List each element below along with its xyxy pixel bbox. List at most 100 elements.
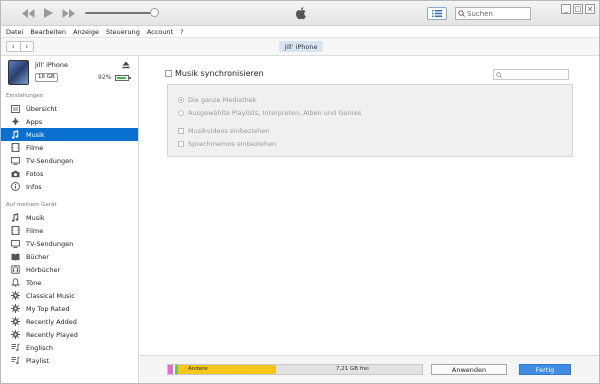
sync-music-label: Musik synchronisieren (175, 69, 264, 78)
device-item-filme[interactable]: Filme (1, 224, 138, 237)
music-note-icon (10, 130, 20, 140)
sidebar-item-label: Infos (26, 182, 42, 191)
device-name: jill' iPhone (35, 61, 69, 69)
device-section-title: Auf meinem Gerät (6, 202, 57, 208)
music-note-icon (10, 213, 20, 223)
sidebar-item-label: Playlist (26, 356, 50, 365)
device-item-töne[interactable]: Töne (1, 276, 138, 289)
fast-forward-icon (62, 8, 75, 18)
gear-icon (10, 317, 20, 327)
option-selected-items[interactable]: Ausgewählte Playlists, Interpreten, Albe… (178, 109, 361, 117)
menu-datei[interactable]: Datei (6, 28, 23, 36)
device-item-englisch[interactable]: Englisch (1, 341, 138, 354)
camera-icon (10, 169, 20, 179)
playlist-icon (10, 356, 20, 366)
whole-library-radio[interactable] (178, 97, 184, 103)
menu-anzeige[interactable]: Anzeige (73, 28, 99, 36)
sidebar-item-label: TV-Sendungen (26, 156, 74, 165)
itunes-window: _ □ × Datei Bearbeiten Anzeige Steuerung… (0, 0, 600, 384)
music-videos-label: Musikvideos einbeziehen (188, 127, 270, 135)
sidebar-item-label: Hörbücher (26, 265, 61, 274)
option-voice-memos[interactable]: Sprachmemos einbeziehen (178, 140, 276, 148)
device-item-recently-played[interactable]: Recently Played (1, 328, 138, 341)
minimize-button[interactable]: _ (561, 4, 571, 14)
close-button[interactable]: × (585, 4, 595, 14)
sidebar-item-infos[interactable]: Infos (1, 180, 138, 193)
sidebar-item-fotos[interactable]: Fotos (1, 167, 138, 180)
option-whole-library[interactable]: Die ganze Mediathek (178, 96, 257, 104)
volume-slider-knob[interactable] (150, 8, 159, 17)
book-icon (10, 252, 20, 262)
device-item-recently-added[interactable]: Recently Added (1, 315, 138, 328)
list-view-button[interactable] (427, 7, 447, 20)
done-button[interactable]: Fertig (519, 364, 571, 375)
main-content: Musik synchronisieren Die ganze Mediathe… (139, 56, 599, 383)
storage-free-label: 7,21 GB frei (336, 366, 369, 372)
maximize-button[interactable]: □ (573, 4, 583, 14)
sidebar-item-label: Filme (26, 143, 44, 152)
title-bar: _ □ × (1, 1, 599, 26)
device-item-musik[interactable]: Musik (1, 211, 138, 224)
device-item-playlist[interactable]: Playlist (1, 354, 138, 367)
eject-icon[interactable] (122, 61, 130, 69)
search-box[interactable] (455, 7, 531, 20)
storage-bar: Andere 7,21 GB frei (167, 364, 423, 375)
menu-steuerung[interactable]: Steuerung (106, 28, 140, 36)
voice-memos-label: Sprachmemos einbeziehen (188, 140, 277, 148)
summary-icon (10, 104, 20, 114)
menu-account[interactable]: Account (147, 28, 173, 36)
option-music-videos[interactable]: Musikvideos einbeziehen (178, 127, 269, 135)
gear-icon (10, 291, 20, 301)
sync-music-row[interactable]: Musik synchronisieren (165, 69, 264, 78)
play-button[interactable] (41, 7, 55, 19)
apply-button[interactable]: Anwenden (431, 364, 507, 375)
audiobook-icon (10, 265, 20, 275)
tv-icon (10, 156, 20, 166)
iphone-device-icon (8, 60, 29, 85)
sidebar: jill' iPhone 16 GB 92% Einstellungen Übe… (1, 56, 139, 383)
fast-forward-button[interactable] (61, 7, 75, 19)
sidebar-item-label: Apps (26, 117, 43, 126)
sidebar-item-label: Töne (26, 278, 42, 287)
apps-icon (10, 117, 20, 127)
sidebar-item-label: Englisch (26, 343, 54, 352)
back-button[interactable]: ‹ (7, 42, 21, 51)
device-item-hörbücher[interactable]: Hörbücher (1, 263, 138, 276)
sidebar-item-label: Recently Added (26, 317, 77, 326)
bottom-bar: Andere 7,21 GB frei Anwenden Fertig (139, 355, 599, 383)
forward-button[interactable]: › (21, 42, 34, 51)
sidebar-item-übersicht[interactable]: Übersicht (1, 102, 138, 115)
sidebar-item-apps[interactable]: Apps (1, 115, 138, 128)
sidebar-item-musik[interactable]: Musik (1, 128, 138, 141)
volume-slider-track[interactable] (85, 12, 155, 14)
device-pill[interactable]: jill' iPhone (279, 41, 323, 52)
bell-icon (10, 278, 20, 288)
device-item-tv-sendungen[interactable]: TV-Sendungen (1, 237, 138, 250)
rewind-button[interactable] (21, 7, 35, 19)
device-item-classical-music[interactable]: Classical Music (1, 289, 138, 302)
gear-icon (10, 304, 20, 314)
chevron-left-icon: ‹ (11, 41, 15, 51)
music-search-input[interactable] (502, 71, 564, 78)
music-videos-checkbox[interactable] (178, 128, 184, 134)
sidebar-item-label: Bücher (26, 252, 49, 261)
search-input[interactable] (465, 9, 527, 18)
menu-help[interactable]: ? (180, 28, 183, 36)
voice-memos-checkbox[interactable] (178, 141, 184, 147)
list-icon (432, 10, 442, 17)
sidebar-item-tv-sendungen[interactable]: TV-Sendungen (1, 154, 138, 167)
selected-items-radio[interactable] (178, 110, 184, 116)
device-item-my-top-rated[interactable]: My Top Rated (1, 302, 138, 315)
storage-other-label: Andere (188, 366, 208, 372)
sidebar-item-label: My Top Rated (26, 304, 70, 313)
settings-section-title: Einstellungen (6, 93, 44, 99)
menu-bearbeiten[interactable]: Bearbeiten (30, 28, 66, 36)
sidebar-item-label: Classical Music (26, 291, 75, 300)
sidebar-item-filme[interactable]: Filme (1, 141, 138, 154)
sidebar-item-label: Übersicht (26, 104, 57, 113)
sync-music-checkbox[interactable] (165, 70, 172, 77)
search-icon (458, 10, 465, 17)
film-icon (10, 226, 20, 236)
device-item-bücher[interactable]: Bücher (1, 250, 138, 263)
music-search-box[interactable] (493, 69, 569, 80)
